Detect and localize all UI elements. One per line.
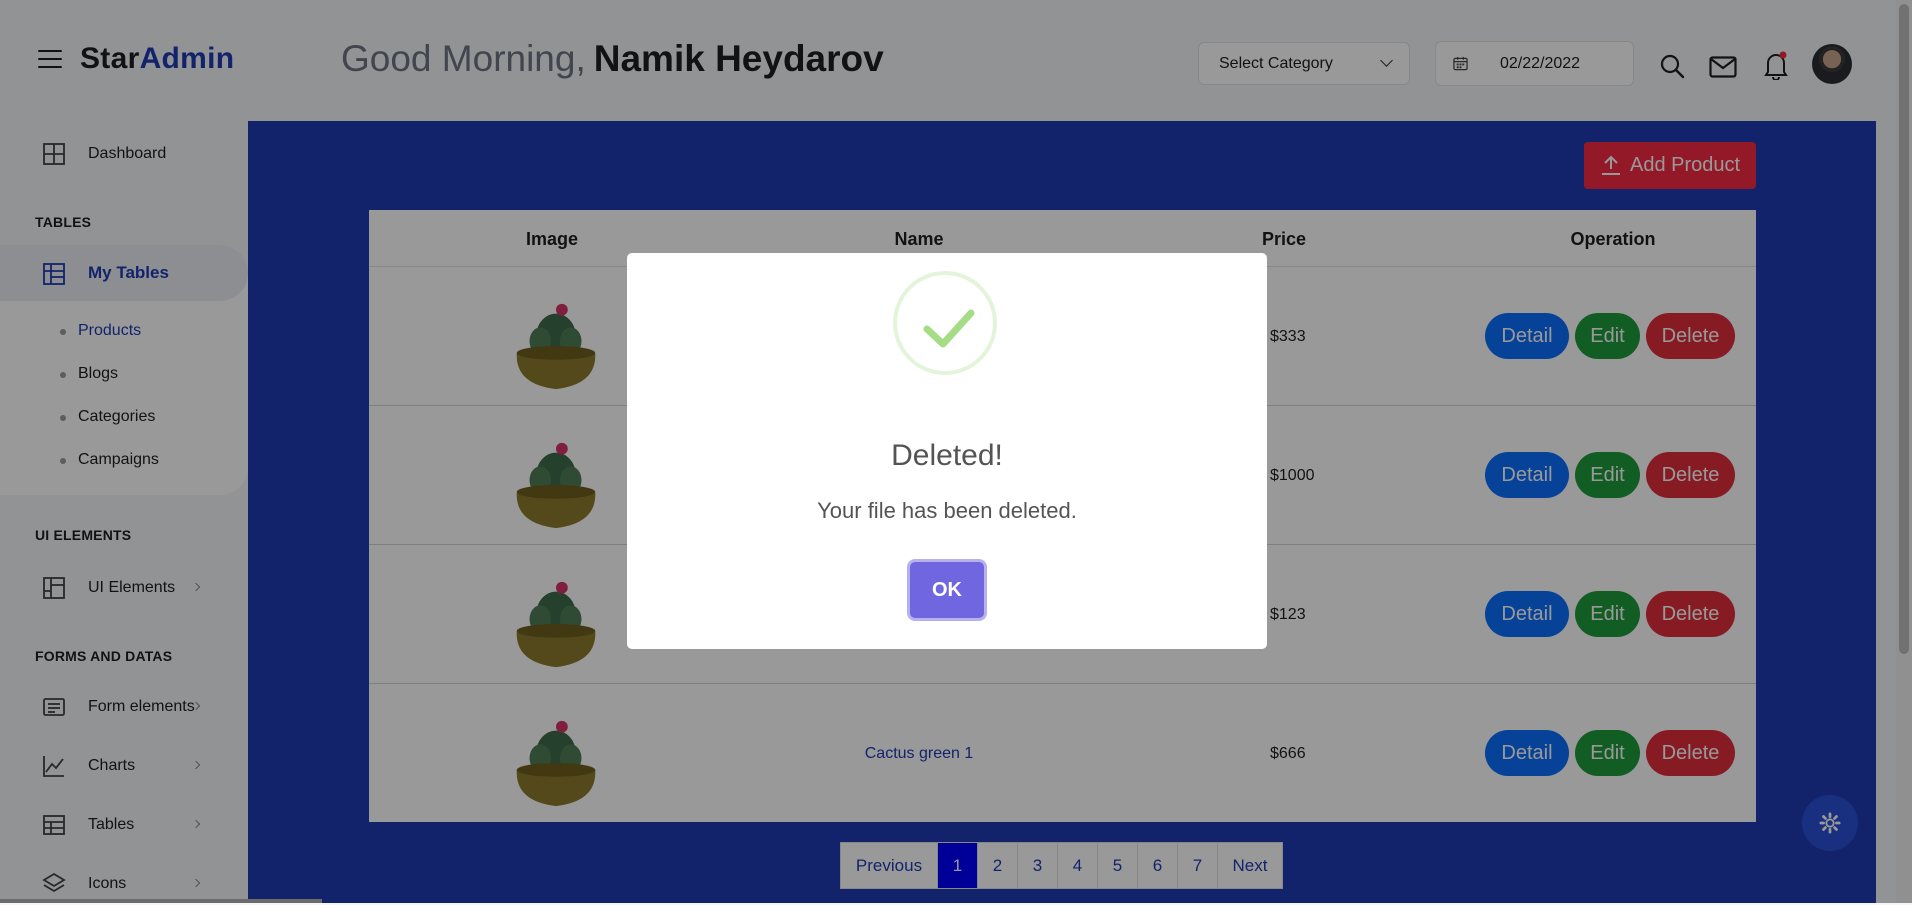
dialog-message: Your file has been deleted. [817, 498, 1077, 523]
ok-button[interactable]: OK [910, 562, 984, 618]
check-icon [923, 309, 975, 348]
dialog-title: Deleted! [891, 439, 1003, 472]
success-dialog: Deleted! Your file has been deleted. OK [627, 253, 1267, 649]
